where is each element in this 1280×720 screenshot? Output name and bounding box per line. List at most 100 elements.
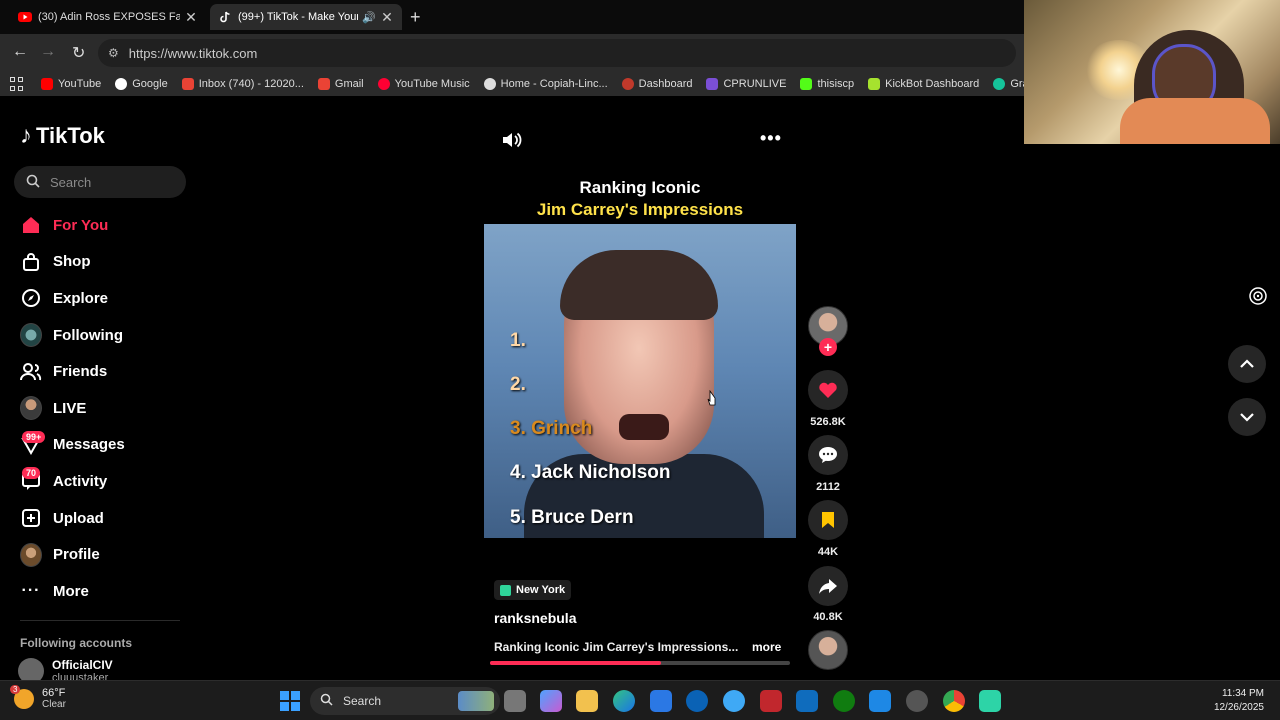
store-icon[interactable] xyxy=(650,690,672,712)
site-settings-icon[interactable]: ⚙ xyxy=(108,46,119,60)
kick-icon xyxy=(800,78,813,90)
heart-icon xyxy=(819,382,837,398)
search-input[interactable]: Search xyxy=(14,166,186,198)
url-bar[interactable]: ⚙ https://www.tiktok.com xyxy=(98,39,1016,67)
tab-youtube[interactable]: (30) Adin Ross EXPOSES Faze Cl ✕ xyxy=(10,4,206,30)
tab-tiktok[interactable]: (99+) TikTok - Make Your Day 🔊 ✕ xyxy=(210,4,402,30)
bookmark-home-copiah[interactable]: Home - Copiah-Linc... xyxy=(483,78,608,90)
bookmark-cprunlive[interactable]: CPRUNLIVE xyxy=(706,78,786,90)
sidebar-item-more[interactable]: ··· More xyxy=(0,573,190,610)
bookmark-thisiscp[interactable]: thisiscp xyxy=(800,78,854,90)
bookmark-google[interactable]: Google xyxy=(115,78,168,90)
bookmark-kickbot[interactable]: KickBot Dashboard xyxy=(868,78,979,90)
kickbot-icon xyxy=(868,78,881,90)
copilot-icon[interactable] xyxy=(540,690,562,712)
like-button[interactable] xyxy=(808,370,848,410)
account-name: OfficialCIV xyxy=(52,658,113,672)
activity-badge: 70 xyxy=(22,467,41,480)
outlook-icon[interactable] xyxy=(796,690,818,712)
file-explorer-icon[interactable] xyxy=(576,690,598,712)
follow-plus-icon[interactable]: + xyxy=(819,338,837,356)
video-progress-bar[interactable] xyxy=(490,661,790,665)
hp-icon[interactable] xyxy=(686,690,708,712)
sidebar-divider xyxy=(20,620,180,621)
sidebar-item-profile[interactable]: Profile xyxy=(0,536,190,573)
clock-time: 11:34 PM xyxy=(1221,688,1264,699)
close-tab-icon[interactable]: ✕ xyxy=(380,9,394,26)
sidebar-item-following[interactable]: Following xyxy=(0,317,190,354)
save-button[interactable] xyxy=(808,500,848,540)
sidebar-item-activity[interactable]: 70 Activity xyxy=(0,463,190,500)
video-player[interactable]: 1. 2. 3. Grinch 4. Jack Nicholson 5. Bru… xyxy=(484,224,796,538)
more-options-icon[interactable]: ••• xyxy=(760,128,782,149)
location-tag[interactable]: New York xyxy=(494,580,572,600)
video-title-line1: Ranking Iconic xyxy=(579,178,701,197)
mouse-cursor-icon xyxy=(707,390,716,406)
rank-1: 1. xyxy=(510,330,526,351)
sound-avatar[interactable] xyxy=(808,630,848,670)
target-icon[interactable] xyxy=(1248,286,1268,306)
app-icon[interactable] xyxy=(979,690,1001,712)
support-icon[interactable] xyxy=(723,690,745,712)
taskbar-search[interactable]: Search xyxy=(310,687,500,715)
share-button[interactable] xyxy=(808,566,848,606)
video-description: Ranking Iconic Jim Carrey's Impressions.… xyxy=(494,640,739,654)
upload-icon xyxy=(20,507,42,529)
sidebar-item-for-you[interactable]: For You xyxy=(0,207,190,244)
more-link[interactable]: more xyxy=(752,640,781,654)
task-view-icon[interactable] xyxy=(504,690,526,712)
location-icon xyxy=(500,584,511,596)
chevron-up-icon xyxy=(1240,359,1254,368)
bookmark-gmail[interactable]: Gmail xyxy=(317,78,364,90)
sidebar-item-friends[interactable]: Friends xyxy=(0,353,190,390)
new-tab-button[interactable]: + xyxy=(410,7,421,28)
previous-video-button[interactable] xyxy=(1228,345,1266,383)
video-username[interactable]: ranksnebula xyxy=(494,610,576,626)
tab-title: (30) Adin Ross EXPOSES Faze Cl xyxy=(38,11,180,23)
back-icon[interactable]: ← xyxy=(12,43,28,61)
sidebar-item-live[interactable]: LIVE xyxy=(0,390,190,427)
sidebar-item-upload[interactable]: Upload xyxy=(0,500,190,537)
app-icon[interactable] xyxy=(869,690,891,712)
rank-4: 4. Jack Nicholson xyxy=(510,462,671,483)
tab-audio-icon[interactable]: 🔊 xyxy=(362,11,376,24)
compass-icon xyxy=(20,287,42,309)
volume-icon[interactable] xyxy=(501,130,523,155)
start-button[interactable] xyxy=(280,691,300,711)
gmail-icon xyxy=(317,78,330,90)
bookmark-inbox[interactable]: Inbox (740) - 12020... xyxy=(181,78,304,90)
friends-icon xyxy=(20,361,42,383)
bookmark-grammarly[interactable]: Grammarly xyxy=(993,78,1024,90)
xbox-icon[interactable] xyxy=(833,690,855,712)
youtube-icon xyxy=(41,78,53,90)
shop-icon xyxy=(20,251,42,273)
windows-taskbar: 3 66°F Clear Search 11:34 PM 12/26/2025 xyxy=(0,680,1280,720)
google-icon xyxy=(115,78,128,90)
sidebar-item-explore[interactable]: Explore xyxy=(0,280,190,317)
forward-icon[interactable]: → xyxy=(40,43,56,61)
close-tab-icon[interactable]: ✕ xyxy=(184,9,198,26)
bookmark-icon xyxy=(822,512,834,528)
tiktok-logo-icon: ♪ xyxy=(20,122,32,149)
weather-condition: Clear xyxy=(42,699,66,710)
edge-icon[interactable] xyxy=(613,690,635,712)
apps-grid-icon[interactable] xyxy=(10,77,23,91)
settings-icon[interactable] xyxy=(906,690,928,712)
save-count: 44K xyxy=(817,546,839,558)
profile-avatar xyxy=(20,542,42,567)
bookmark-youtube[interactable]: YouTube xyxy=(41,78,101,90)
bookmark-dashboard[interactable]: Dashboard xyxy=(621,78,692,90)
like-count: 526.8K xyxy=(810,416,846,428)
sidebar-item-messages[interactable]: 99+ Messages xyxy=(0,427,190,464)
chrome-icon[interactable] xyxy=(943,690,965,712)
sidebar-item-shop[interactable]: Shop xyxy=(0,244,190,281)
next-video-button[interactable] xyxy=(1228,398,1266,436)
weather-widget[interactable]: 3 66°F Clear xyxy=(10,684,66,710)
bookmark-youtube-music[interactable]: YouTube Music xyxy=(377,78,470,90)
reload-icon[interactable]: ↻ xyxy=(72,43,85,63)
live-avatar xyxy=(20,396,42,421)
comment-button[interactable] xyxy=(808,435,848,475)
system-clock[interactable]: 11:34 PM 12/26/2025 xyxy=(1200,687,1264,715)
mcafee-icon[interactable] xyxy=(760,690,782,712)
tiktok-logo[interactable]: ♪ TikTok xyxy=(20,122,105,150)
